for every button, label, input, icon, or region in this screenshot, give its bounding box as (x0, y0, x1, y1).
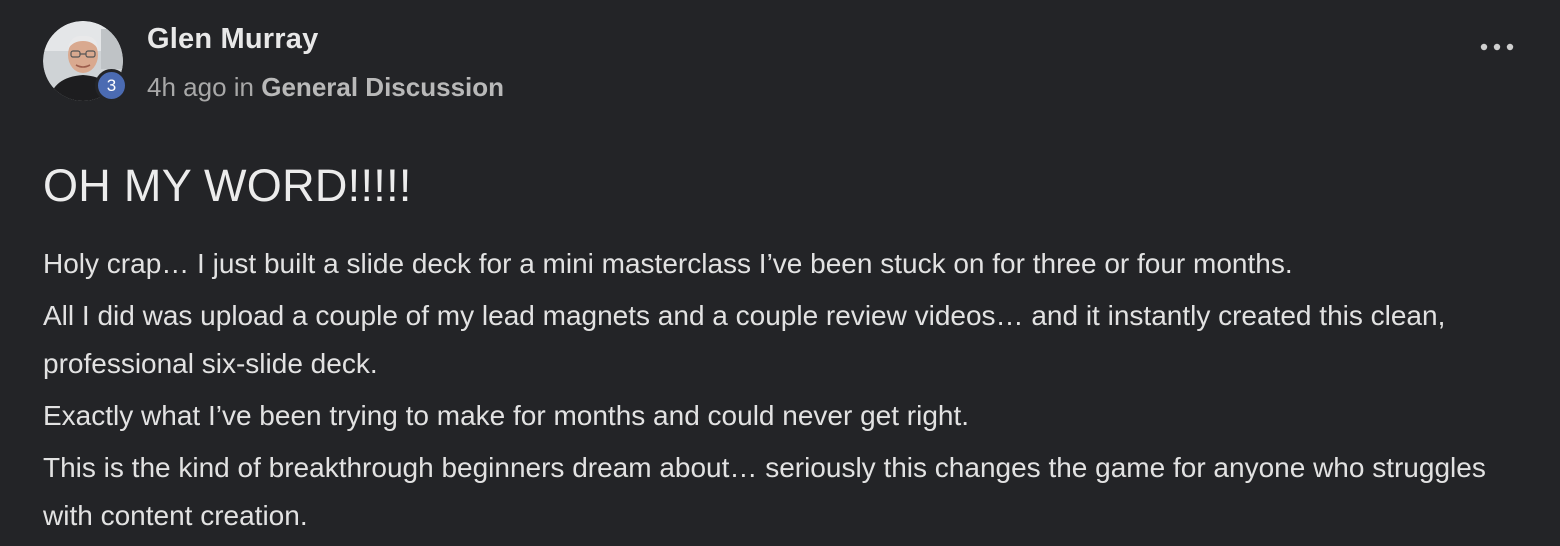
post-time: 4h ago (147, 72, 227, 102)
category-link[interactable]: General Discussion (261, 72, 504, 102)
more-horizontal-icon (1480, 43, 1514, 51)
body-paragraph: This is the kind of breakthrough beginne… (43, 452, 1486, 531)
more-options-button[interactable] (1474, 30, 1520, 64)
body-paragraph: Exactly what I’ve been trying to make fo… (43, 400, 970, 431)
author-avatar[interactable]: 3 (43, 21, 128, 102)
post-meta: 4h ago in General Discussion (147, 72, 504, 103)
body-paragraph: All I did was upload a couple of my lead… (43, 300, 1446, 379)
post-body: Holy crap… I just built a slide deck for… (43, 240, 1503, 544)
level-badge: 3 (95, 69, 128, 102)
author-name[interactable]: Glen Murray (147, 23, 318, 56)
post-card: 3 Glen Murray 4h ago in General Discussi… (0, 0, 1560, 546)
body-paragraph: Holy crap… I just built a slide deck for… (43, 248, 1293, 279)
meta-in-label: in (233, 72, 255, 102)
post-title: OH MY WORD!!!!! (43, 160, 412, 211)
